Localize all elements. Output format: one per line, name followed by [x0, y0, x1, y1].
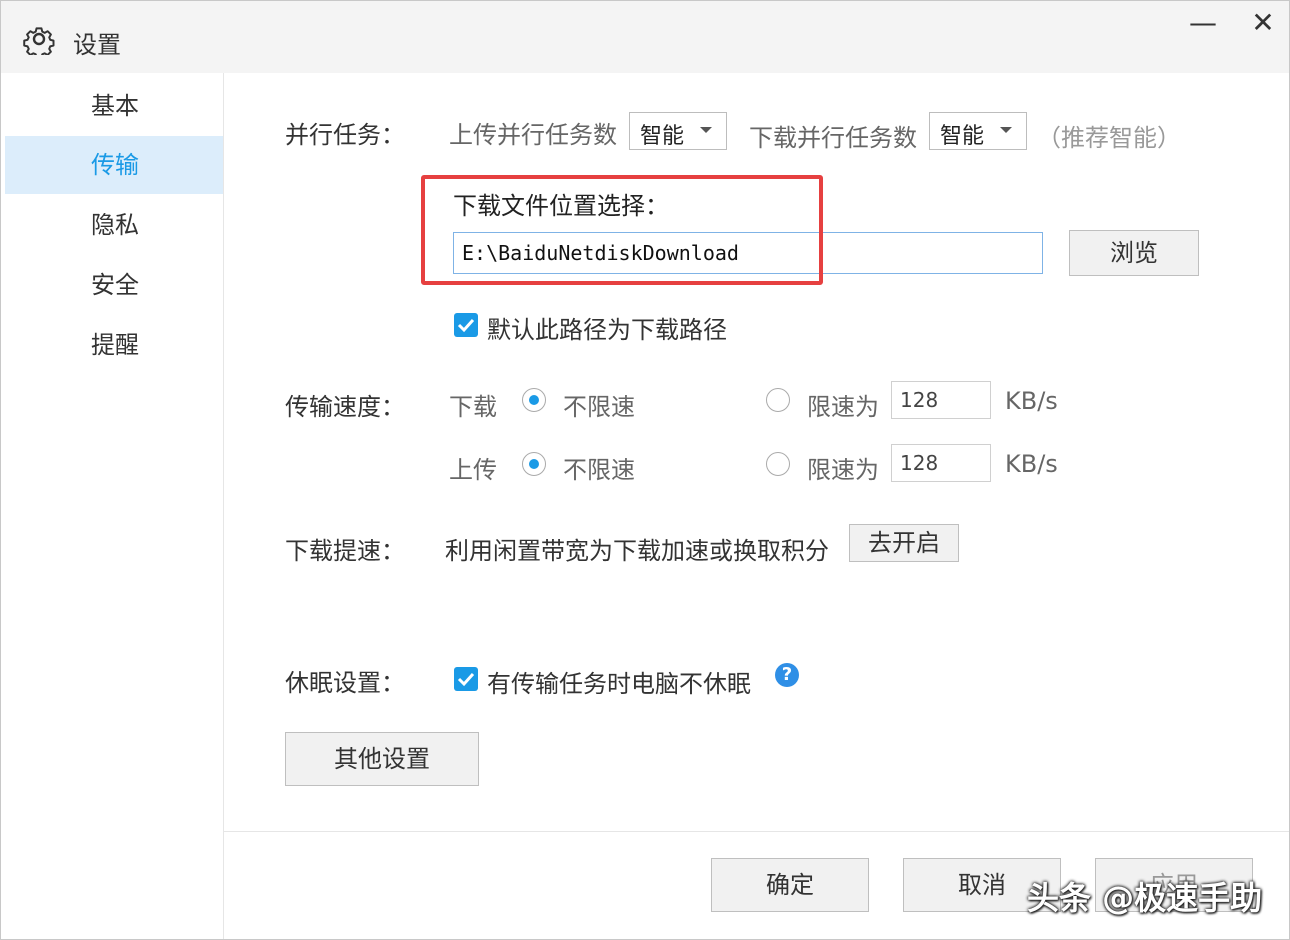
enable-boost-button[interactable]: 去开启 [849, 524, 959, 562]
sidebar-item-label: 传输 [91, 151, 139, 179]
close-button[interactable]: ✕ [1233, 5, 1289, 45]
sidebar-item-reminder[interactable]: 提醒 [5, 316, 223, 374]
settings-window: 设置 — ✕ 基本 传输 隐私 安全 提醒 并行任务： 上传并行任务数 智能 下… [0, 0, 1290, 940]
chevron-down-icon [1000, 127, 1012, 133]
sidebar: 基本 传输 隐私 安全 提醒 [1, 73, 224, 939]
window-title: 设置 [73, 31, 121, 59]
download-parallel-select[interactable]: 智能 [929, 112, 1027, 150]
upload-limit-input[interactable] [891, 444, 991, 482]
download-limit-input[interactable] [891, 381, 991, 419]
ok-button[interactable]: 确定 [711, 858, 869, 912]
recommend-hint: （推荐智能） [1037, 124, 1181, 152]
sidebar-item-label: 基本 [91, 92, 139, 120]
upload-unlimited-label: 不限速 [563, 456, 635, 484]
boost-label: 下载提速： [285, 537, 405, 565]
sidebar-item-label: 提醒 [91, 331, 139, 359]
minimize-button[interactable]: — [1173, 5, 1233, 45]
download-unlimited-radio[interactable] [522, 388, 546, 412]
download-location-label: 下载文件位置选择： [453, 192, 669, 220]
upload-speed-label: 上传 [449, 456, 497, 484]
browse-button[interactable]: 浏览 [1069, 230, 1199, 276]
check-icon [457, 318, 475, 333]
no-sleep-checkbox[interactable] [454, 667, 478, 691]
title-bar: 设置 — ✕ [1, 1, 1289, 73]
upload-parallel-label: 上传并行任务数 [449, 121, 617, 149]
sidebar-item-label: 隐私 [91, 211, 139, 239]
download-parallel-label: 下载并行任务数 [749, 124, 917, 152]
upload-unit: KB/s [1005, 450, 1058, 478]
sidebar-item-privacy[interactable]: 隐私 [5, 196, 223, 254]
sidebar-item-security[interactable]: 安全 [5, 256, 223, 314]
speed-label: 传输速度： [285, 393, 405, 421]
sidebar-item-transfer[interactable]: 传输 [5, 136, 223, 194]
upload-parallel-value: 智能 [640, 124, 685, 149]
download-limit-label: 限速为 [807, 393, 879, 421]
sidebar-item-label: 安全 [91, 271, 139, 299]
upload-parallel-select[interactable]: 智能 [629, 112, 727, 150]
download-speed-label: 下载 [449, 393, 497, 421]
chevron-down-icon [700, 127, 712, 133]
default-path-label: 默认此路径为下载路径 [487, 316, 727, 344]
gear-icon [23, 27, 55, 55]
watermark: 头条 @极速手助 [1027, 879, 1263, 917]
footer-divider [223, 831, 1289, 832]
sleep-label: 休眠设置： [285, 669, 405, 697]
help-icon[interactable]: ? [775, 663, 799, 687]
no-sleep-label: 有传输任务时电脑不休眠 [487, 670, 751, 698]
download-unlimited-label: 不限速 [563, 393, 635, 421]
upload-unlimited-radio[interactable] [522, 452, 546, 476]
other-settings-button[interactable]: 其他设置 [285, 732, 479, 786]
download-parallel-value: 智能 [940, 124, 985, 149]
sidebar-item-basic[interactable]: 基本 [5, 77, 223, 135]
default-path-checkbox[interactable] [454, 313, 478, 337]
download-path-input[interactable] [453, 232, 1043, 274]
parallel-label: 并行任务： [285, 121, 405, 149]
upload-limit-radio[interactable] [766, 452, 790, 476]
boost-description: 利用闲置带宽为下载加速或换取积分 [445, 537, 829, 565]
upload-limit-label: 限速为 [807, 456, 879, 484]
download-unit: KB/s [1005, 387, 1058, 415]
download-limit-radio[interactable] [766, 388, 790, 412]
check-icon [457, 672, 475, 687]
